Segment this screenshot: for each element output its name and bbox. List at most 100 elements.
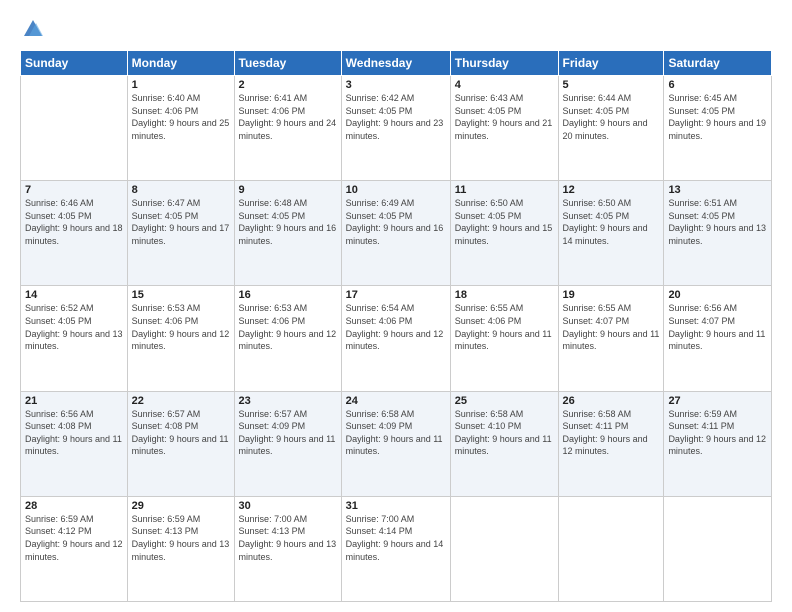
calendar-cell (558, 496, 664, 601)
calendar-cell (450, 496, 558, 601)
logo (20, 18, 44, 40)
day-info: Sunrise: 6:47 AMSunset: 4:05 PMDaylight:… (132, 197, 230, 247)
day-number: 15 (132, 289, 230, 301)
page: SundayMondayTuesdayWednesdayThursdayFrid… (0, 0, 792, 612)
day-info: Sunrise: 6:44 AMSunset: 4:05 PMDaylight:… (563, 92, 660, 142)
calendar-cell: 1Sunrise: 6:40 AMSunset: 4:06 PMDaylight… (127, 76, 234, 181)
calendar-cell (664, 496, 772, 601)
calendar-cell: 14Sunrise: 6:52 AMSunset: 4:05 PMDayligh… (21, 286, 128, 391)
col-header-saturday: Saturday (664, 51, 772, 76)
day-info: Sunrise: 6:45 AMSunset: 4:05 PMDaylight:… (668, 92, 767, 142)
day-info: Sunrise: 6:53 AMSunset: 4:06 PMDaylight:… (132, 302, 230, 352)
day-number: 16 (239, 289, 337, 301)
col-header-monday: Monday (127, 51, 234, 76)
day-number: 25 (455, 395, 554, 407)
day-number: 20 (668, 289, 767, 301)
day-number: 18 (455, 289, 554, 301)
day-info: Sunrise: 6:56 AMSunset: 4:07 PMDaylight:… (668, 302, 767, 352)
calendar-cell: 10Sunrise: 6:49 AMSunset: 4:05 PMDayligh… (341, 181, 450, 286)
calendar-week-5: 28Sunrise: 6:59 AMSunset: 4:12 PMDayligh… (21, 496, 772, 601)
day-info: Sunrise: 6:55 AMSunset: 4:06 PMDaylight:… (455, 302, 554, 352)
day-info: Sunrise: 6:58 AMSunset: 4:09 PMDaylight:… (346, 408, 446, 458)
day-number: 10 (346, 184, 446, 196)
day-number: 17 (346, 289, 446, 301)
day-info: Sunrise: 6:49 AMSunset: 4:05 PMDaylight:… (346, 197, 446, 247)
calendar-cell: 19Sunrise: 6:55 AMSunset: 4:07 PMDayligh… (558, 286, 664, 391)
day-info: Sunrise: 6:53 AMSunset: 4:06 PMDaylight:… (239, 302, 337, 352)
day-number: 7 (25, 184, 123, 196)
calendar-cell: 22Sunrise: 6:57 AMSunset: 4:08 PMDayligh… (127, 391, 234, 496)
calendar-cell: 4Sunrise: 6:43 AMSunset: 4:05 PMDaylight… (450, 76, 558, 181)
calendar-cell: 11Sunrise: 6:50 AMSunset: 4:05 PMDayligh… (450, 181, 558, 286)
calendar-cell: 12Sunrise: 6:50 AMSunset: 4:05 PMDayligh… (558, 181, 664, 286)
calendar-cell: 24Sunrise: 6:58 AMSunset: 4:09 PMDayligh… (341, 391, 450, 496)
calendar-cell: 17Sunrise: 6:54 AMSunset: 4:06 PMDayligh… (341, 286, 450, 391)
day-number: 31 (346, 500, 446, 512)
day-info: Sunrise: 6:40 AMSunset: 4:06 PMDaylight:… (132, 92, 230, 142)
calendar-cell: 23Sunrise: 6:57 AMSunset: 4:09 PMDayligh… (234, 391, 341, 496)
calendar-cell: 7Sunrise: 6:46 AMSunset: 4:05 PMDaylight… (21, 181, 128, 286)
col-header-tuesday: Tuesday (234, 51, 341, 76)
day-number: 4 (455, 79, 554, 91)
calendar-cell: 27Sunrise: 6:59 AMSunset: 4:11 PMDayligh… (664, 391, 772, 496)
day-number: 21 (25, 395, 123, 407)
day-info: Sunrise: 6:41 AMSunset: 4:06 PMDaylight:… (239, 92, 337, 142)
day-number: 22 (132, 395, 230, 407)
calendar-cell: 15Sunrise: 6:53 AMSunset: 4:06 PMDayligh… (127, 286, 234, 391)
calendar-week-4: 21Sunrise: 6:56 AMSunset: 4:08 PMDayligh… (21, 391, 772, 496)
day-info: Sunrise: 6:59 AMSunset: 4:12 PMDaylight:… (25, 513, 123, 563)
calendar-week-2: 7Sunrise: 6:46 AMSunset: 4:05 PMDaylight… (21, 181, 772, 286)
calendar-cell: 6Sunrise: 6:45 AMSunset: 4:05 PMDaylight… (664, 76, 772, 181)
day-number: 2 (239, 79, 337, 91)
calendar-cell: 18Sunrise: 6:55 AMSunset: 4:06 PMDayligh… (450, 286, 558, 391)
calendar-header-row: SundayMondayTuesdayWednesdayThursdayFrid… (21, 51, 772, 76)
day-info: Sunrise: 6:43 AMSunset: 4:05 PMDaylight:… (455, 92, 554, 142)
day-number: 14 (25, 289, 123, 301)
day-info: Sunrise: 7:00 AMSunset: 4:14 PMDaylight:… (346, 513, 446, 563)
day-info: Sunrise: 6:52 AMSunset: 4:05 PMDaylight:… (25, 302, 123, 352)
day-info: Sunrise: 6:59 AMSunset: 4:11 PMDaylight:… (668, 408, 767, 458)
day-number: 23 (239, 395, 337, 407)
calendar-week-1: 1Sunrise: 6:40 AMSunset: 4:06 PMDaylight… (21, 76, 772, 181)
calendar-cell: 26Sunrise: 6:58 AMSunset: 4:11 PMDayligh… (558, 391, 664, 496)
day-info: Sunrise: 6:58 AMSunset: 4:10 PMDaylight:… (455, 408, 554, 458)
day-number: 11 (455, 184, 554, 196)
calendar-cell: 2Sunrise: 6:41 AMSunset: 4:06 PMDaylight… (234, 76, 341, 181)
col-header-sunday: Sunday (21, 51, 128, 76)
day-info: Sunrise: 6:55 AMSunset: 4:07 PMDaylight:… (563, 302, 660, 352)
calendar-cell: 13Sunrise: 6:51 AMSunset: 4:05 PMDayligh… (664, 181, 772, 286)
day-number: 6 (668, 79, 767, 91)
day-info: Sunrise: 6:46 AMSunset: 4:05 PMDaylight:… (25, 197, 123, 247)
calendar-cell: 20Sunrise: 6:56 AMSunset: 4:07 PMDayligh… (664, 286, 772, 391)
day-info: Sunrise: 6:57 AMSunset: 4:08 PMDaylight:… (132, 408, 230, 458)
calendar-table: SundayMondayTuesdayWednesdayThursdayFrid… (20, 50, 772, 602)
header (20, 18, 772, 40)
day-info: Sunrise: 6:57 AMSunset: 4:09 PMDaylight:… (239, 408, 337, 458)
day-number: 27 (668, 395, 767, 407)
day-info: Sunrise: 7:00 AMSunset: 4:13 PMDaylight:… (239, 513, 337, 563)
calendar-cell: 31Sunrise: 7:00 AMSunset: 4:14 PMDayligh… (341, 496, 450, 601)
day-info: Sunrise: 6:42 AMSunset: 4:05 PMDaylight:… (346, 92, 446, 142)
day-info: Sunrise: 6:56 AMSunset: 4:08 PMDaylight:… (25, 408, 123, 458)
day-number: 19 (563, 289, 660, 301)
day-number: 1 (132, 79, 230, 91)
day-number: 28 (25, 500, 123, 512)
day-info: Sunrise: 6:54 AMSunset: 4:06 PMDaylight:… (346, 302, 446, 352)
calendar-week-3: 14Sunrise: 6:52 AMSunset: 4:05 PMDayligh… (21, 286, 772, 391)
calendar-cell: 9Sunrise: 6:48 AMSunset: 4:05 PMDaylight… (234, 181, 341, 286)
day-info: Sunrise: 6:50 AMSunset: 4:05 PMDaylight:… (563, 197, 660, 247)
calendar-cell: 21Sunrise: 6:56 AMSunset: 4:08 PMDayligh… (21, 391, 128, 496)
day-number: 24 (346, 395, 446, 407)
day-info: Sunrise: 6:48 AMSunset: 4:05 PMDaylight:… (239, 197, 337, 247)
logo-icon (22, 18, 44, 40)
day-number: 3 (346, 79, 446, 91)
day-number: 30 (239, 500, 337, 512)
day-info: Sunrise: 6:59 AMSunset: 4:13 PMDaylight:… (132, 513, 230, 563)
col-header-thursday: Thursday (450, 51, 558, 76)
calendar-cell: 28Sunrise: 6:59 AMSunset: 4:12 PMDayligh… (21, 496, 128, 601)
calendar-body: 1Sunrise: 6:40 AMSunset: 4:06 PMDaylight… (21, 76, 772, 602)
day-number: 13 (668, 184, 767, 196)
day-number: 5 (563, 79, 660, 91)
day-info: Sunrise: 6:51 AMSunset: 4:05 PMDaylight:… (668, 197, 767, 247)
calendar-cell: 3Sunrise: 6:42 AMSunset: 4:05 PMDaylight… (341, 76, 450, 181)
